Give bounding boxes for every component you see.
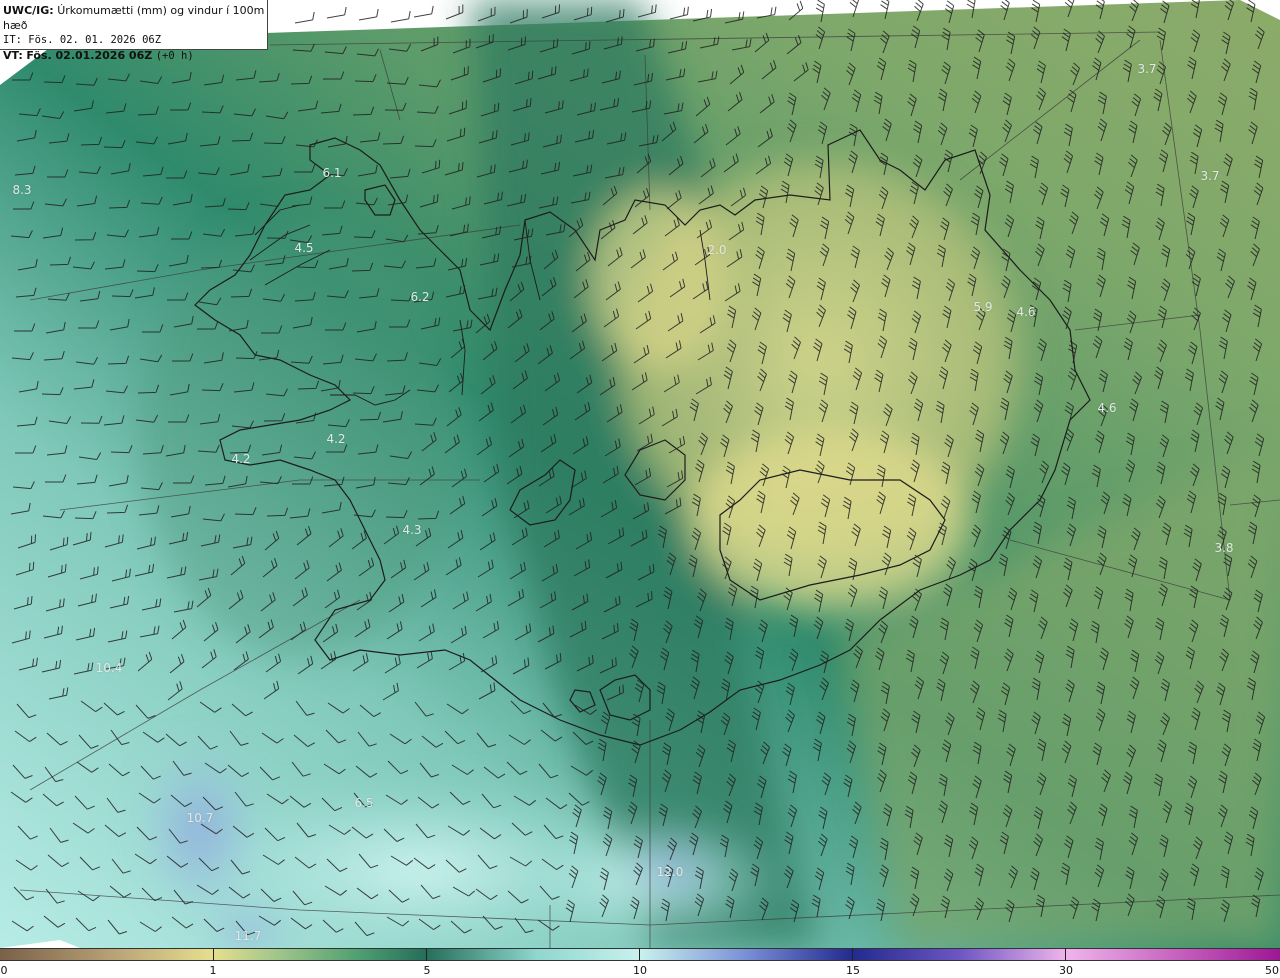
value-label: 6.5 [354, 796, 374, 810]
value-label: 4.2 [231, 452, 251, 466]
value-label: 3.8 [1214, 541, 1234, 555]
value-label: 6.1 [322, 166, 342, 180]
value-label: 4.5 [294, 241, 314, 255]
value-label: 4.3 [402, 523, 422, 537]
lead-time: (+0 h) [155, 50, 194, 62]
valid-label: VT: [3, 49, 23, 62]
map-info-box: UWC/IG: Úrkomumætti (mm) og vindur í 100… [0, 0, 268, 62]
value-label: 3.7 [1137, 62, 1157, 76]
colorbar-separator [639, 948, 640, 961]
valid-time: Fös. 02.01.2026 06Z [26, 49, 153, 62]
colorbar-tick: 0 [0, 964, 8, 977]
value-label: 2.0 [707, 243, 727, 257]
value-label: 8.3 [12, 183, 32, 197]
value-label: 3.7 [1200, 169, 1220, 183]
value-label: 6.2 [410, 290, 430, 304]
value-label: 5.9 [973, 300, 993, 314]
colorbar-tick: 5 [423, 964, 431, 977]
map-area[interactable]: 3.7 3.7 8.3 4.5 4.2 4.2 4.3 2.0 4.6 4.6 … [0, 0, 1280, 948]
value-label: 4.6 [1016, 305, 1036, 319]
value-label: 12.0 [656, 865, 684, 879]
init-time: IT: Fös. 02. 01. 2026 06Z [3, 34, 162, 46]
colorbar-tick: 1 [209, 964, 217, 977]
value-label: 11.7 [234, 929, 262, 943]
colorbar-separator [1065, 948, 1066, 961]
value-label: 10.7 [186, 811, 214, 825]
value-label: 10.4 [95, 661, 123, 675]
colorbar-strip [0, 948, 1280, 961]
colorbar-tick: 15 [846, 964, 860, 977]
colorbar-tick: 10 [633, 964, 647, 977]
colorbar-separator [426, 948, 427, 961]
colorbar-tick: 50 [1265, 964, 1279, 977]
model-code: UWC/IG: [3, 4, 54, 17]
precipitation-map[interactable] [0, 0, 1280, 948]
colorbar-separator [852, 948, 853, 961]
value-label: 4.6 [1097, 401, 1117, 415]
colorbar-separator [213, 948, 214, 961]
colorbar-tick: 30 [1059, 964, 1073, 977]
value-label: 4.2 [326, 432, 346, 446]
colorbar: 0 1 5 10 15 30 50 [0, 948, 1280, 978]
